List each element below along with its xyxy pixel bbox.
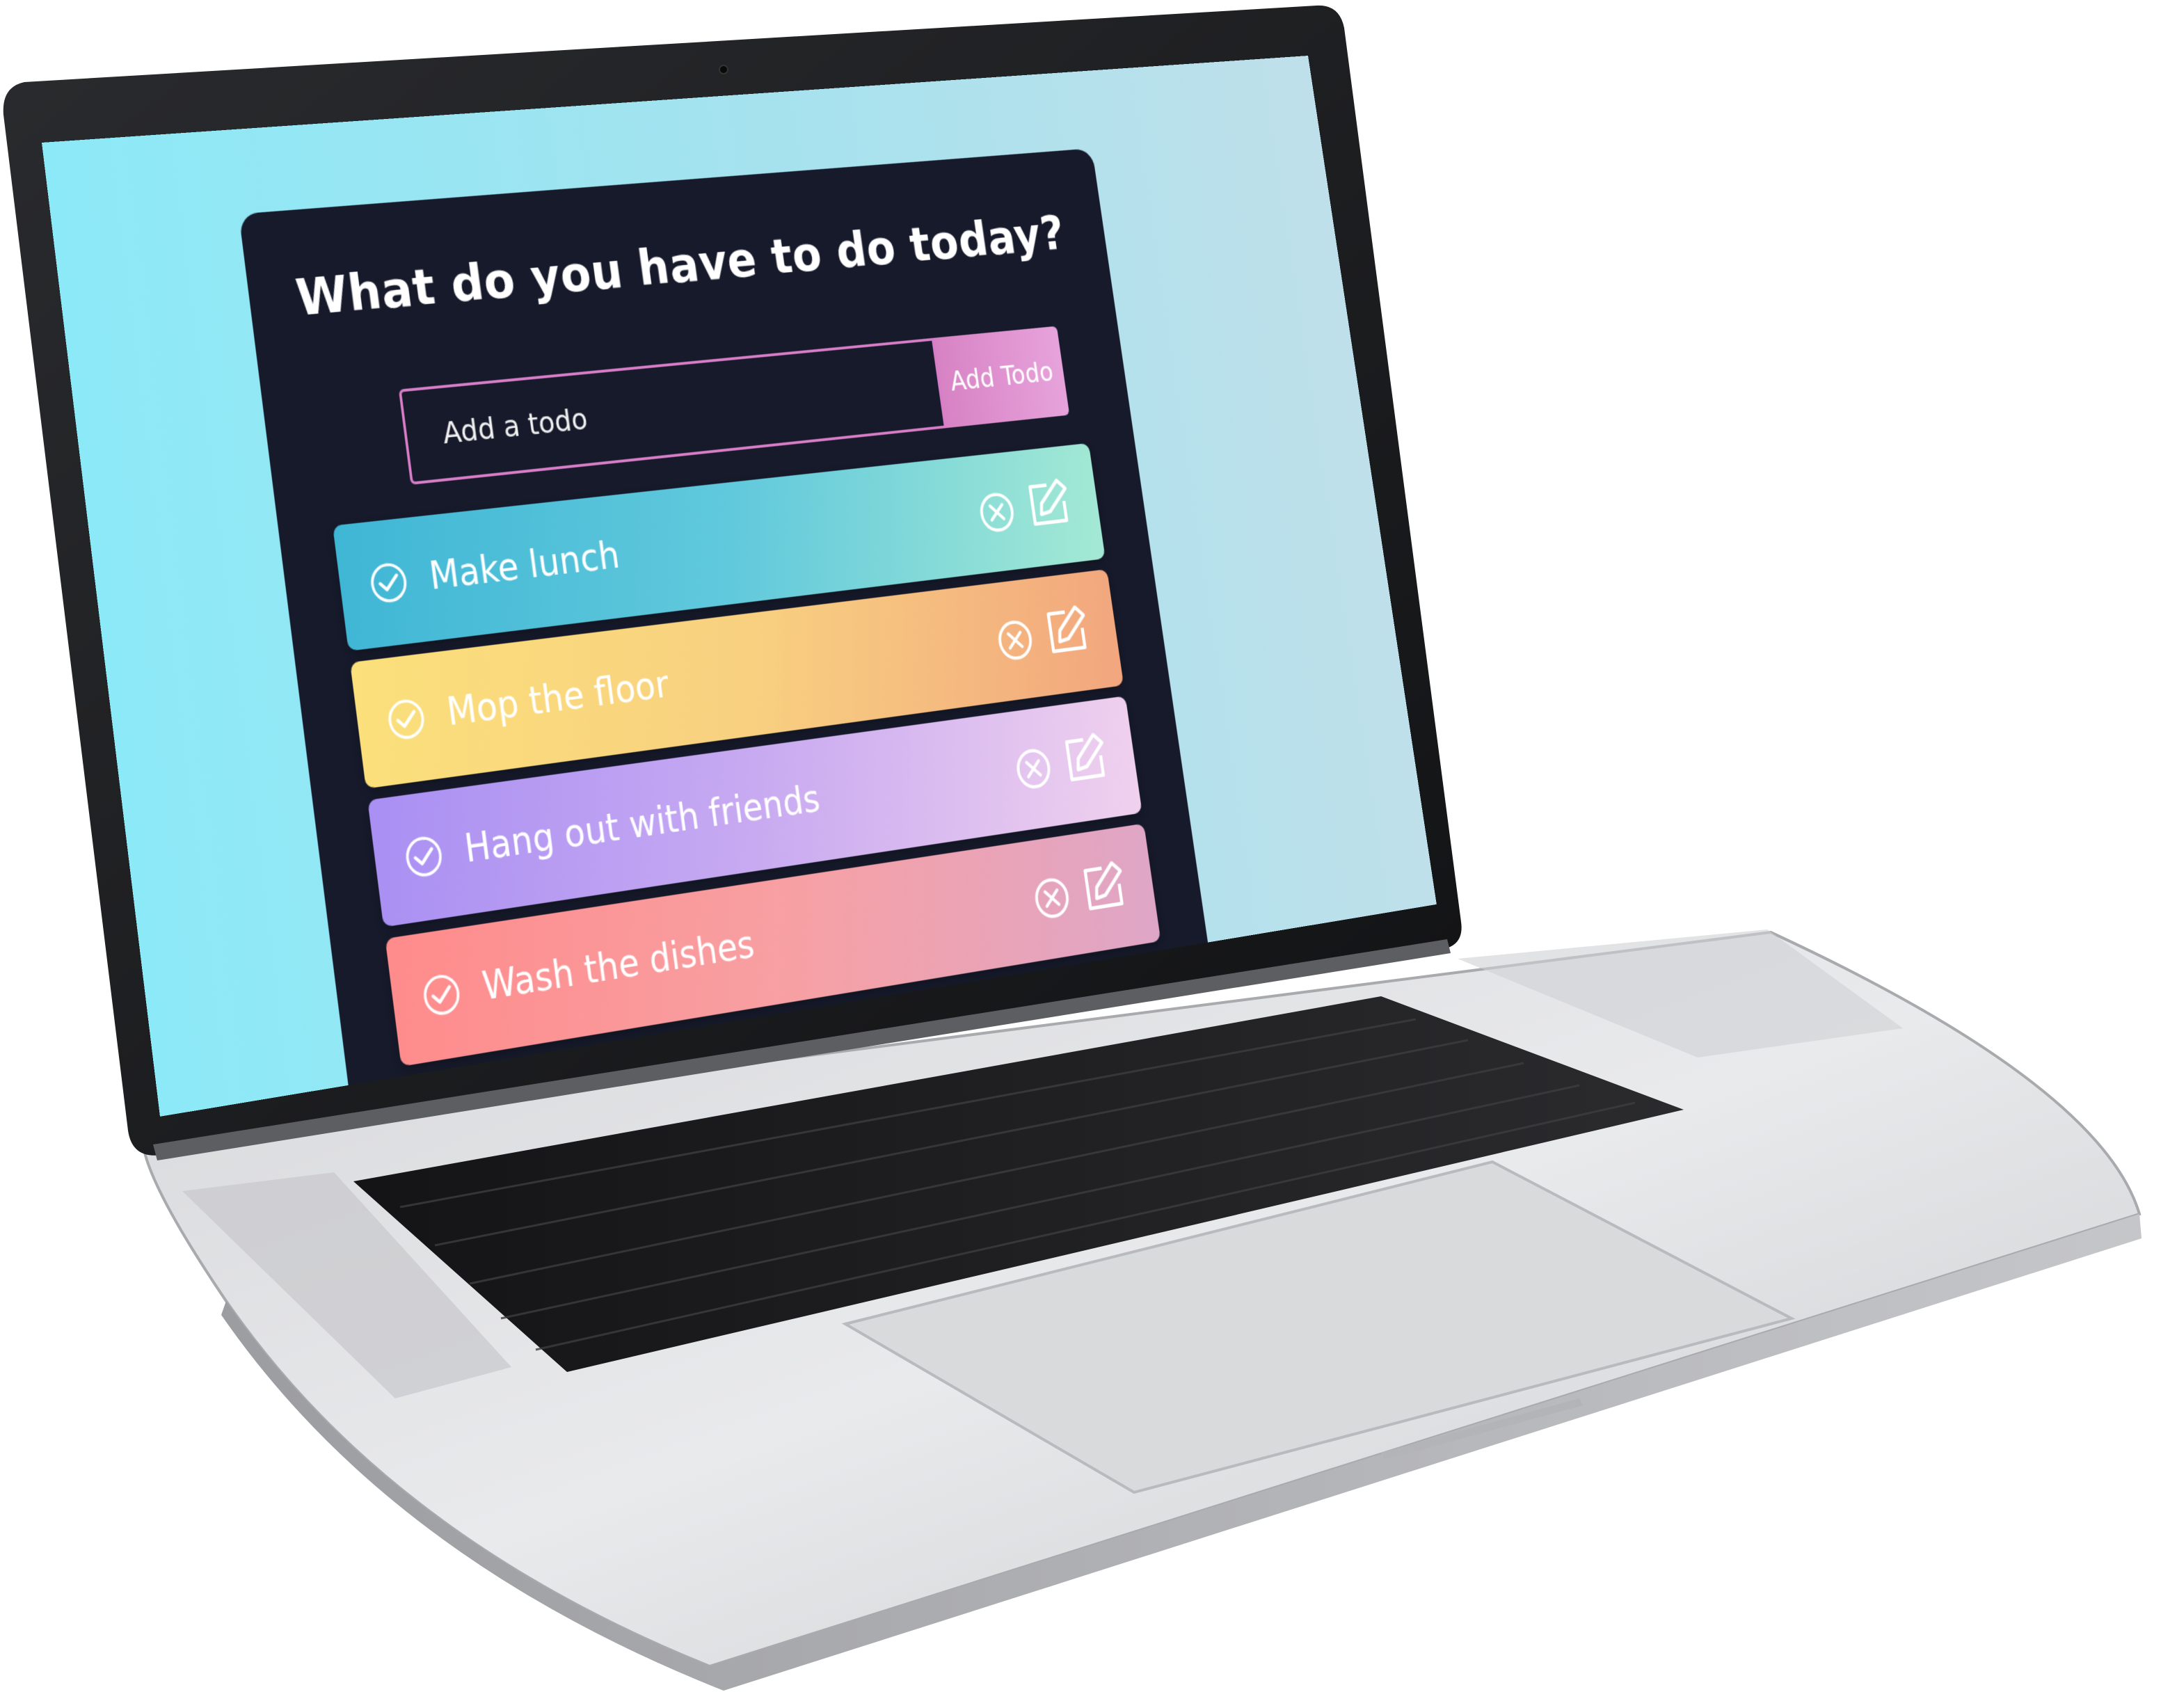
todo-text[interactable]: Hang out with friends bbox=[462, 778, 822, 872]
laptop-mockup-scene: What do you have to do today? Add Todo M… bbox=[0, 0, 2177, 1708]
todo-text[interactable]: Make lunch bbox=[427, 534, 622, 598]
check-circle-icon[interactable] bbox=[367, 560, 410, 606]
check-circle-icon[interactable] bbox=[420, 971, 463, 1019]
todo-input[interactable] bbox=[398, 337, 947, 485]
edit-icon[interactable] bbox=[1060, 730, 1110, 788]
webcam bbox=[719, 65, 728, 74]
close-circle-icon[interactable] bbox=[975, 489, 1018, 536]
todo-text[interactable]: Wash the dishes bbox=[480, 923, 757, 1009]
add-todo-button[interactable]: Add Todo bbox=[934, 326, 1070, 429]
check-circle-icon[interactable] bbox=[385, 696, 428, 742]
close-circle-icon[interactable] bbox=[994, 616, 1037, 664]
todo-text[interactable]: Mop the floor bbox=[445, 663, 671, 735]
close-circle-icon[interactable] bbox=[1030, 874, 1073, 923]
close-circle-icon[interactable] bbox=[1012, 744, 1055, 792]
page-title: What do you have to do today? bbox=[292, 205, 1069, 328]
edit-icon[interactable] bbox=[1078, 858, 1129, 917]
edit-icon[interactable] bbox=[1023, 476, 1074, 532]
check-circle-icon[interactable] bbox=[402, 833, 445, 880]
edit-icon[interactable] bbox=[1042, 602, 1092, 660]
